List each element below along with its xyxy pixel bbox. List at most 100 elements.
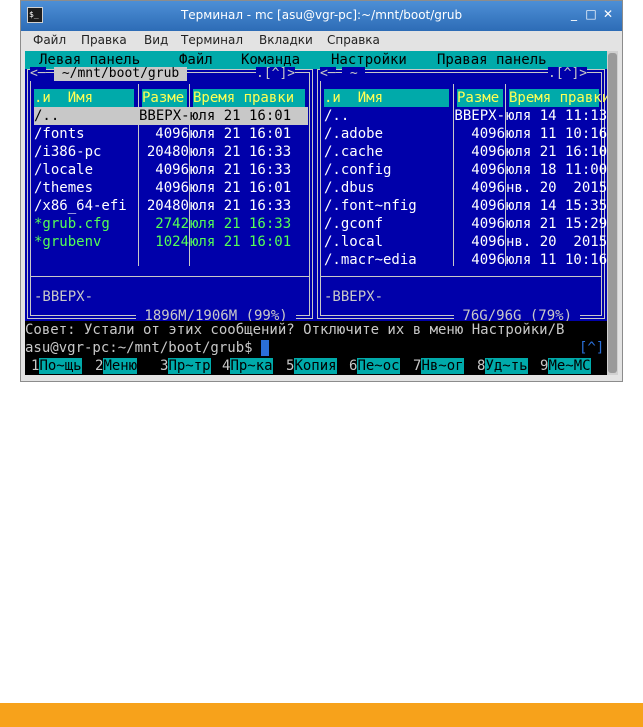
file-mtime-cell: юля 21 16:33 [190,198,292,214]
file-mtime-cell: юля 11 10:16 [506,126,607,142]
fkey-1-button[interactable]: 1По~щь [31,357,82,375]
terminal-screen[interactable]: Левая панель Файл Команда Настройки Прав… [25,51,607,375]
file-name-cell: /fonts [34,126,85,142]
function-key-bar: 1По~щь 2Меню 3Пр~тр 4Пр~ка 5Копия 6Пе~ос 7Нв~о… [25,357,607,375]
left-panel-history[interactable]: .[^]> [256,67,296,81]
left-panel[interactable]: <─ ~/mnt/boot/grub .[^]> .и Имя Разме Вр… [27,66,313,323]
fkey-label: Уд~ть [485,358,528,374]
right-panel-corner: <─ [320,66,336,81]
accent-bar [0,703,643,727]
fkey-label: Нв~ог [421,358,464,374]
file-size-cell: 4096 [471,126,505,142]
file-name-cell: /.config [324,162,392,178]
terminal-scrollbar[interactable] [607,51,618,375]
fkey-6-button[interactable]: 6Пе~ос [349,357,400,375]
menu-tabs[interactable]: Вкладки [259,33,313,47]
file-name-cell: /themes [34,180,94,196]
file-name-cell: /.font~nfig [324,198,417,214]
right-panel[interactable]: <─ ~ .[^]> .и Имя Разме Время правки /..… [317,66,607,323]
scrollbar-thumb[interactable] [608,53,617,373]
terminal-window: $_ Терминал - mc [asu@vgr-pc]:~/mnt/boot… [20,0,623,382]
fkey-7-button[interactable]: 7Нв~ог [413,357,464,375]
mc-menu-right-panel[interactable]: Правая панель [437,51,547,69]
hint-line: Совет: Устали от этих сообщений? Отключи… [25,321,607,339]
file-size-cell: 4096 [471,144,505,160]
file-mtime-cell: юля 18 11:00 [506,162,607,178]
fkey-2-button[interactable]: 2Меню [95,357,138,375]
file-size-cell: ВВЕРХ- [139,107,190,125]
title-bar[interactable]: $_ Терминал - mc [asu@vgr-pc]:~/mnt/boot… [21,1,622,31]
menu-terminal[interactable]: Терминал [181,33,243,47]
fkey-5-button[interactable]: 5Копия [286,357,337,375]
menu-help[interactable]: Справка [327,33,380,47]
file-size-cell: 4096 [155,126,189,142]
close-button[interactable]: ✕ [601,7,615,21]
file-mtime-cell: юля 21 16:01 [190,126,292,142]
file-name-cell: /.. [324,108,350,124]
right-mini-status: -ВВЕРХ- [324,289,384,305]
file-mtime-cell: юля 21 16:01 [190,234,292,250]
menu-view[interactable]: Вид [144,33,168,47]
file-size-cell: 4096 [471,216,505,232]
file-size-cell: 4096 [471,252,505,268]
file-name-cell: /.local [324,234,384,250]
file-name-cell: /.. [34,107,138,125]
file-mtime-cell: юля 21 16:33 [190,216,292,232]
file-mtime-cell: юля 21 15:29 [506,216,607,232]
file-size-cell: 4096 [471,198,505,214]
maximize-button[interactable]: □ [584,7,598,21]
terminal-menubar: Файл Правка Вид Терминал Вкладки Справка [21,31,622,51]
file-size-cell: 20480 [146,144,189,160]
file-name-cell: /i386-pc [34,144,102,160]
file-size-cell: 4096 [471,180,505,196]
file-mtime-cell: юля 21 16:01 [190,107,308,125]
fkey-label: Пе~ос [357,358,400,374]
right-header-name[interactable]: .и Имя [324,89,449,107]
minimize-button[interactable]: _ [567,7,581,21]
left-header-size[interactable]: Разме [142,89,187,107]
fkey-label: По~щь [39,358,82,374]
history-button[interactable]: [^] [579,339,604,357]
fkey-3-button[interactable]: 3Пр~тр [160,357,211,375]
fkey-label: Копия [294,358,337,374]
right-panel-history[interactable]: .[^]> [548,67,588,81]
window-title: Терминал - mc [asu@vgr-pc]:~/mnt/boot/gr… [180,8,463,22]
menu-edit[interactable]: Правка [81,33,127,47]
file-name-cell: /locale [34,162,94,178]
right-header-size[interactable]: Разме [457,89,503,107]
file-mtime-cell: юля 11 10:16 [506,252,607,268]
menu-file[interactable]: Файл [33,33,66,47]
file-name-cell: /.macr~edia [324,252,417,268]
fkey-9-button[interactable]: 9Ме~МС [540,357,591,375]
file-size-cell: 4096 [155,162,189,178]
file-name-cell: /x86_64-efi [34,198,127,214]
file-size-cell: 1024 [155,234,189,250]
file-name-cell: *grub.cfg [34,216,110,232]
file-size-cell: 20480 [146,198,189,214]
right-panel-path[interactable]: ~ [342,67,366,81]
right-header-mtime[interactable]: Время правки [509,89,607,107]
file-mtime-cell: юля 14 15:35 [506,198,607,214]
left-panel-corner: <─ [30,66,46,81]
fkey-label: Пр~тр [168,358,211,374]
fkey-4-button[interactable]: 4Пр~ка [222,357,273,375]
file-mtime-cell: нв. 20 2015 [506,234,607,250]
file-mtime-cell: юля 21 16:10 [506,144,607,160]
file-name-cell: *grubenv [34,234,102,250]
file-size-cell: ВВЕРХ- [454,108,505,124]
file-name-cell: /.cache [324,144,384,160]
file-mtime-cell: нв. 20 2015 [506,180,607,196]
file-name-cell: /.adobe [324,126,384,142]
file-name-cell: /.dbus [324,180,375,196]
fkey-label: Ме~МС [548,358,591,374]
command-line[interactable]: asu@vgr-pc:~/mnt/boot/grub$ [25,339,607,357]
fkey-8-button[interactable]: 8Уд~ть [477,357,528,375]
left-header-name[interactable]: .и Имя [34,89,134,107]
file-mtime-cell: юля 21 16:01 [190,180,292,196]
cursor [261,340,270,356]
left-panel-path[interactable]: ~/mnt/boot/grub [54,67,188,81]
file-size-cell: 4096 [155,180,189,196]
left-header-mtime[interactable]: Время правки [193,89,305,107]
fkey-label: Меню [103,358,138,374]
file-size-cell: 4096 [471,234,505,250]
